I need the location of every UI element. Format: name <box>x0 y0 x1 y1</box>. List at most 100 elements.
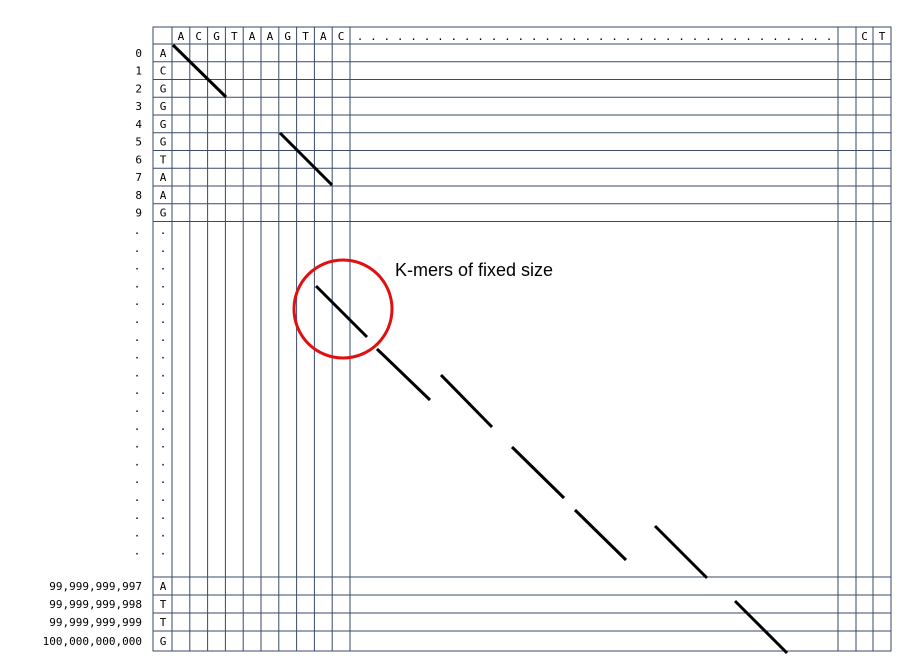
left-sequence-tail-letter: T <box>160 598 167 611</box>
top-ellipsis-dot: . <box>759 30 766 43</box>
top-ellipsis-dot: . <box>370 30 377 43</box>
top-ellipsis-dot: . <box>383 30 390 43</box>
top-ellipsis-dot: . <box>705 30 712 43</box>
index-ellipsis-dot: . <box>134 224 141 237</box>
top-ellipsis-dot: . <box>638 30 645 43</box>
kmer-annotation-label: K-mers of fixed size <box>395 260 553 280</box>
left-sequence-letter: G <box>160 82 167 95</box>
top-sequence-tail-letter: C <box>861 30 868 43</box>
row-index-label: 1 <box>135 65 142 78</box>
row-index-label: 7 <box>135 171 142 184</box>
index-ellipsis-dot: . <box>134 509 141 522</box>
top-sequence-letter: C <box>195 30 202 43</box>
top-ellipsis-dot: . <box>692 30 699 43</box>
top-ellipsis-dot: . <box>826 30 833 43</box>
dot-plot-diagram: ACGTAAGTAC..............................… <box>43 26 892 655</box>
match-diagonal-segment <box>653 524 709 580</box>
index-ellipsis-dot: . <box>134 491 141 504</box>
match-diagonal-segment <box>510 445 566 500</box>
sequence-labels: ACGTAAGTAC..............................… <box>43 30 886 648</box>
top-ellipsis-dot: . <box>625 30 632 43</box>
left-ellipsis-dot: . <box>160 366 167 379</box>
top-sequence-letter: A <box>320 30 327 43</box>
top-ellipsis-dot: . <box>772 30 779 43</box>
index-ellipsis-dot: . <box>134 473 141 486</box>
row-index-label: 2 <box>135 82 142 95</box>
index-ellipsis-dot: . <box>134 242 141 255</box>
grid-frame <box>152 26 892 652</box>
top-ellipsis-dot: . <box>571 30 578 43</box>
left-sequence-tail-letter: T <box>160 616 167 629</box>
row-index-label: 3 <box>135 100 142 113</box>
left-ellipsis-dot: . <box>160 473 167 486</box>
match-diagonal-segment <box>573 508 628 562</box>
top-sequence-letter: T <box>231 30 238 43</box>
left-sequence-letter: A <box>160 47 167 60</box>
left-ellipsis-dot: . <box>160 420 167 433</box>
top-ellipsis-dot: . <box>357 30 364 43</box>
index-ellipsis-dot: . <box>134 366 141 379</box>
top-ellipsis-dot: . <box>799 30 806 43</box>
left-ellipsis-dot: . <box>160 349 167 362</box>
match-diagonal-segment <box>171 43 228 99</box>
top-ellipsis-dot: . <box>504 30 511 43</box>
top-ellipsis-dot: . <box>665 30 672 43</box>
index-ellipsis-dot: . <box>134 313 141 326</box>
row-index-tail-label: 99,999,999,998 <box>49 598 142 611</box>
left-ellipsis-dot: . <box>160 527 167 540</box>
index-ellipsis-dot: . <box>134 455 141 468</box>
row-index-tail-label: 99,999,999,997 <box>49 580 142 593</box>
index-ellipsis-dot: . <box>134 527 141 540</box>
left-sequence-letter: G <box>160 118 167 131</box>
top-ellipsis-dot: . <box>531 30 538 43</box>
top-ellipsis-dot: . <box>464 30 471 43</box>
match-diagonal-segment <box>439 373 494 429</box>
top-ellipsis-dot: . <box>558 30 565 43</box>
top-ellipsis-dot: . <box>424 30 431 43</box>
top-ellipsis-dot: . <box>544 30 551 43</box>
left-sequence-letter: C <box>160 65 167 78</box>
top-sequence-tail-letter: T <box>879 30 886 43</box>
dot-plot-grid <box>152 26 892 652</box>
top-ellipsis-dot: . <box>785 30 792 43</box>
row-index-label: 4 <box>135 118 142 131</box>
row-index-label: 9 <box>135 207 142 220</box>
row-index-label: 0 <box>135 47 142 60</box>
left-ellipsis-dot: . <box>160 402 167 415</box>
left-ellipsis-dot: . <box>160 509 167 522</box>
left-ellipsis-dot: . <box>160 260 167 273</box>
top-ellipsis-dot: . <box>745 30 752 43</box>
match-diagonal-segment <box>375 347 432 402</box>
index-ellipsis-dot: . <box>134 349 141 362</box>
top-sequence-letter: A <box>267 30 274 43</box>
left-sequence-tail-letter: A <box>160 580 167 593</box>
top-ellipsis-dot: . <box>598 30 605 43</box>
left-sequence-letter: G <box>160 136 167 149</box>
index-ellipsis-dot: . <box>134 402 141 415</box>
index-ellipsis-dot: . <box>134 260 141 273</box>
row-index-label: 8 <box>135 189 142 202</box>
left-ellipsis-dot: . <box>160 277 167 290</box>
left-sequence-letter: A <box>160 189 167 202</box>
match-diagonals <box>171 43 789 655</box>
top-ellipsis-dot: . <box>410 30 417 43</box>
index-ellipsis-dot: . <box>134 277 141 290</box>
left-ellipsis-dot: . <box>160 224 167 237</box>
index-ellipsis-dot: . <box>134 544 141 557</box>
match-diagonal-segment <box>278 131 334 187</box>
top-ellipsis-dot: . <box>611 30 618 43</box>
left-sequence-tail-letter: G <box>160 635 167 648</box>
top-ellipsis-dot: . <box>450 30 457 43</box>
top-ellipsis-dot: . <box>678 30 685 43</box>
top-ellipsis-dot: . <box>651 30 658 43</box>
left-sequence-letter: T <box>160 153 167 166</box>
index-ellipsis-dot: . <box>134 331 141 344</box>
top-ellipsis-dot: . <box>437 30 444 43</box>
top-sequence-letter: T <box>302 30 309 43</box>
index-ellipsis-dot: . <box>134 384 141 397</box>
row-index-label: 6 <box>135 153 142 166</box>
left-ellipsis-dot: . <box>160 331 167 344</box>
top-ellipsis-dot: . <box>732 30 739 43</box>
top-ellipsis-dot: . <box>491 30 498 43</box>
top-sequence-letter: G <box>213 30 220 43</box>
